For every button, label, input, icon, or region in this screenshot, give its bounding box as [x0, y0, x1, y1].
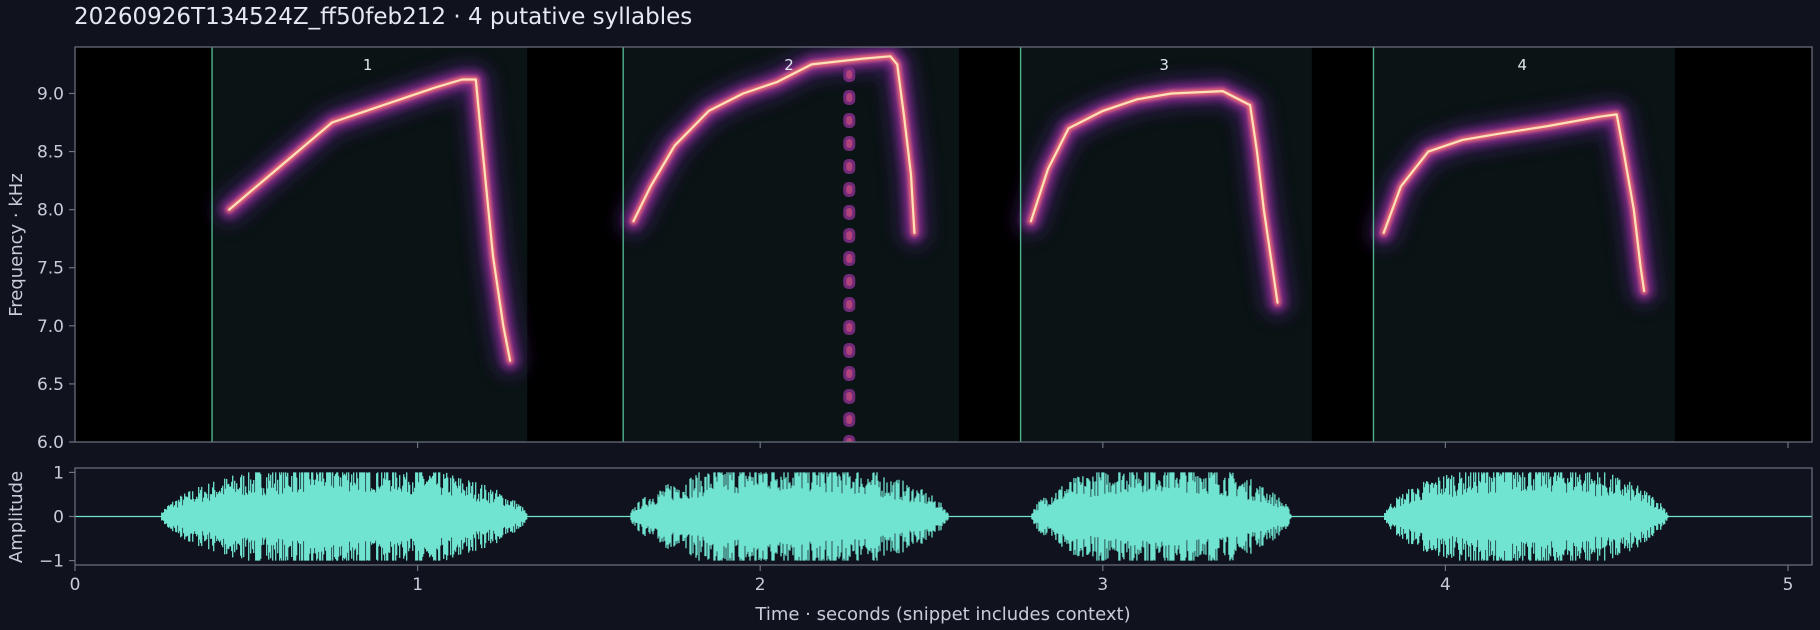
spectrogram-ylabel: Frequency · kHz — [6, 173, 27, 317]
y-tick-label: 8.5 — [37, 143, 64, 163]
waveform-burst — [630, 472, 949, 561]
waveform-burst — [1384, 472, 1669, 561]
x-tick-label: 5 — [1783, 575, 1794, 595]
waveform-ylabel: Amplitude — [6, 471, 27, 563]
chart-title: 20260926T134524Z_ff50feb212 · 4 putative… — [74, 4, 692, 30]
waveform-panel: 1 0 −1 0 1 2 3 4 5 Amplitude Time · seconds (sn… — [6, 463, 1813, 625]
syllable-label: 2 — [784, 56, 794, 74]
figure: 20260926T134524Z_ff50feb212 · 4 putative… — [6, 4, 1813, 625]
x-tick-label: 1 — [412, 575, 423, 595]
y-tick-label: 6.0 — [37, 433, 64, 453]
syllable-label: 3 — [1159, 56, 1169, 74]
spectrogram-streak — [843, 67, 856, 442]
x-tick-label: 3 — [1097, 575, 1108, 595]
x-tick-label: 4 — [1440, 575, 1451, 595]
y-tick-label: 0 — [53, 508, 64, 528]
y-tick-label: 9.0 — [37, 84, 64, 104]
y-tick-label: 1 — [53, 463, 64, 483]
spectrogram-panel: 1 2 3 4 6.0 6.5 7.0 7.5 8.0 8.5 9.0 Frequency · k… — [6, 46, 1813, 453]
y-tick-label: 7.5 — [37, 259, 64, 279]
y-tick-label: 6.5 — [37, 375, 64, 395]
x-tick-label: 0 — [70, 575, 81, 595]
syllable-label: 1 — [363, 56, 373, 74]
time-xlabel: Time · seconds (snippet includes context… — [754, 604, 1130, 625]
waveform-burst — [161, 472, 528, 561]
x-tick-label: 2 — [755, 575, 766, 595]
syllable-label: 4 — [1517, 56, 1527, 74]
waveform-burst — [1031, 472, 1292, 561]
y-tick-label: −1 — [39, 552, 64, 572]
y-tick-label: 8.0 — [37, 201, 64, 221]
y-tick-label: 7.0 — [37, 317, 64, 337]
